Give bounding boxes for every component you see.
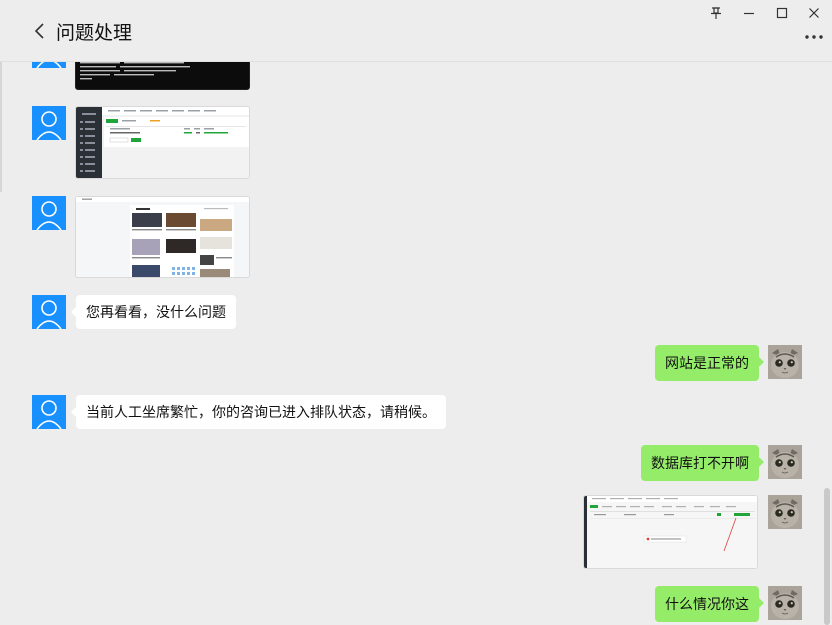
chat-window: 问题处理 您再看看，没什么问题 网站是正常的 当前人工坐席繁忙，你的咨询已进入排… — [0, 0, 832, 625]
avatar-support[interactable] — [32, 106, 66, 140]
maximize-icon[interactable] — [770, 4, 794, 22]
close-icon[interactable] — [802, 4, 826, 22]
message-image-terminal[interactable] — [75, 62, 250, 90]
message-image-database-error[interactable] — [583, 495, 758, 569]
avatar-support[interactable] — [32, 196, 66, 230]
avatar-self[interactable] — [768, 345, 802, 379]
message-bubble-sent[interactable]: 数据库打不开啊 — [641, 445, 764, 481]
message-image-admin-panel[interactable] — [75, 106, 250, 179]
minimize-icon[interactable] — [737, 4, 761, 22]
scrollbar-thumb[interactable] — [824, 488, 830, 625]
chevron-left-icon[interactable] — [30, 20, 50, 42]
avatar-self[interactable] — [768, 445, 802, 479]
chat-header: 问题处理 — [0, 0, 832, 62]
avatar-support[interactable] — [32, 62, 66, 68]
more-dots-icon[interactable] — [804, 30, 824, 44]
avatar-self[interactable] — [768, 586, 802, 620]
avatar-support[interactable] — [32, 395, 66, 429]
message-bubble-sent[interactable]: 什么情况你这 — [655, 586, 764, 622]
message-bubble-received[interactable]: 您再看看，没什么问题 — [71, 295, 236, 329]
page-title: 问题处理 — [56, 23, 133, 44]
message-bubble-sent[interactable]: 网站是正常的 — [655, 345, 764, 381]
avatar-self[interactable] — [768, 495, 802, 529]
message-bubble-received[interactable]: 当前人工坐席繁忙，你的咨询已进入排队状态，请稍候。 — [71, 395, 446, 429]
pin-icon[interactable] — [704, 4, 728, 22]
message-list[interactable]: 您再看看，没什么问题 网站是正常的 当前人工坐席繁忙，你的咨询已进入排队状态，请… — [0, 62, 832, 625]
avatar-support[interactable] — [32, 295, 66, 329]
message-image-website[interactable] — [75, 196, 250, 278]
